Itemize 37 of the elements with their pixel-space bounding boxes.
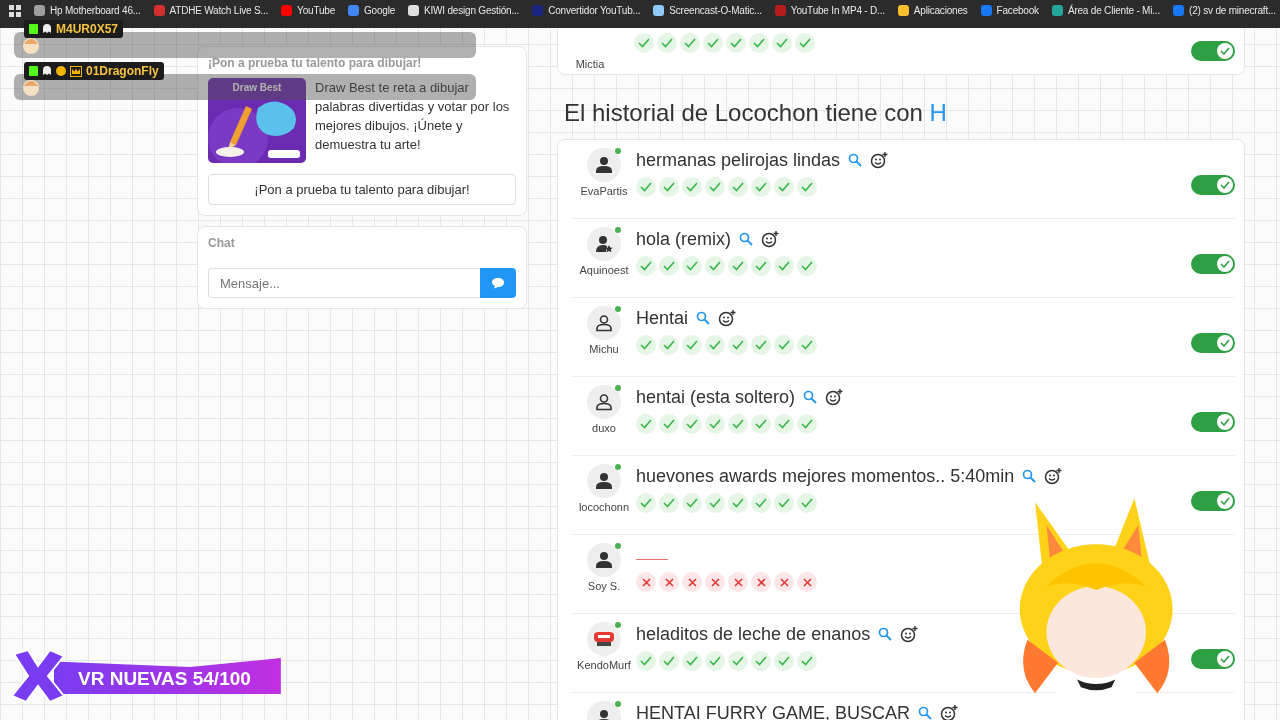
bookmark-link[interactable]: Screencast-O-Matic... [653,5,762,16]
promo-text: Draw Best te reta a dibujar palabras divertidas y votar por los mejores dibujos. ¡Únete y demuestra tu arte! [315,79,511,154]
username: Mictia [575,58,605,70]
bookmark-link[interactable]: (2) sv de minecraft... [1173,5,1276,16]
bookmark-link[interactable]: ATDHE Watch Live S... [153,5,269,16]
chat-username: 01DragonFly [86,64,159,78]
promo-button[interactable]: ¡Pon a prueba tu talento para dibujar! [208,174,516,205]
message-field[interactable]: Mensaje... [208,268,480,298]
answer-text: huevones awards mejores momentos.. 5:40min [636,465,1015,487]
username: EvaPartis [580,185,628,197]
bookmark-link[interactable]: Área de Cliente - Mi... [1051,5,1160,16]
history-heading: El historial de Locochon tiene con H [564,99,948,127]
username: KendoMurf [577,659,631,671]
counter-text: VR NUEVAS 54/100 [78,667,251,690]
answer-text: Hentai [636,307,689,329]
username: Aquinoest [579,264,629,276]
image-caption: Draw Best [231,82,283,93]
username: locochonn [578,501,630,513]
bookmark-link[interactable]: Google [348,5,396,16]
answer-text: HENTAI FURRY GAME, BUSCAR [636,702,911,720]
chat-title: Chat [208,236,236,250]
answer-text: hermanas pelirojas lindas [636,149,841,171]
username: Michu [589,343,619,355]
username: Soy S. [587,580,621,592]
bookmark-link[interactable]: KIWI design Gestión... [408,5,520,16]
bookmark-link[interactable]: Aplicaciones [897,5,968,16]
bookmark-link[interactable]: YouTube [281,5,335,16]
answer-text: heladitos de leche de enanos [636,623,871,645]
bookmark-link[interactable]: Convertidor YouTub... [532,5,641,16]
bookmark-link[interactable]: Facebook [980,5,1039,16]
answer-text: hola (remix) [636,228,732,250]
bookmark-link[interactable]: Hp Motherboard 46... [34,5,141,16]
answer-text: hentai (esta soltero) [636,386,796,408]
chat-username: M4UR0X57 [56,22,119,36]
username: duxo [592,422,616,434]
bookmark-link[interactable]: YouTube In MP4 - D... [774,5,885,16]
promo-title: ¡Pon a prueba tu talento para dibujar! [208,56,423,70]
